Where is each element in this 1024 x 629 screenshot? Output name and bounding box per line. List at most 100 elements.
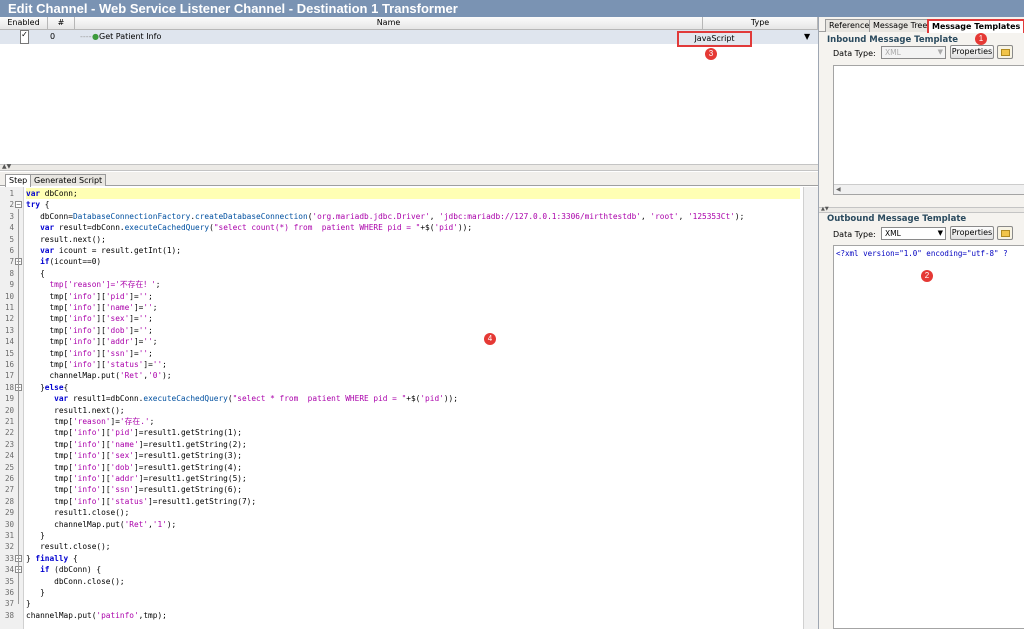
code-line[interactable]: tmp['info']['pid']=result1.getString(1); [26,427,800,438]
inbound-properties-button[interactable]: Properties [950,45,994,59]
outbound-open-file-icon[interactable] [997,226,1013,240]
scroll-left-icon[interactable]: ◀ [836,186,841,193]
line-number: 8 [9,268,14,278]
outbound-data-type-select[interactable]: XML ▼ [881,227,946,240]
code-line[interactable]: channelMap.put('Ret','0'); [26,370,800,381]
column-header-name[interactable]: Name [75,17,703,30]
code-line[interactable]: tmp['reason']='不存在！'; [26,279,800,290]
column-header-number[interactable]: # [48,17,75,30]
code-line[interactable]: tmp['info']['name']=result1.getString(2)… [26,439,800,450]
code-line[interactable]: tmp['info']['dob']=''; [26,325,800,336]
column-header-type[interactable]: Type [703,17,818,30]
code-line[interactable]: dbConn.close(); [26,576,800,587]
outbound-data-type-value: XML [885,229,901,238]
line-number: 27 [4,485,14,495]
collapse-arrows-icon[interactable]: ▲▼ [2,163,11,170]
line-number: 10 [4,291,14,301]
inbound-horizontal-scrollbar[interactable]: ◀ [834,184,1024,194]
annotation-badge-3: 3 [705,48,717,60]
code-line[interactable]: tmp['info']['pid']=''; [26,291,800,302]
tab-message-templates[interactable]: Message Templates [927,19,1024,33]
outbound-template-editor[interactable]: <?xml version="1.0" encoding="utf-8" ? [833,245,1024,629]
code-line[interactable]: result.next(); [26,234,800,245]
outbound-properties-button[interactable]: Properties [950,226,994,240]
code-line[interactable]: channelMap.put('patinfo',tmp); [26,610,800,621]
right-panel-tabs: Reference Message Trees Message Template… [819,17,1024,33]
code-line[interactable]: } [26,530,800,541]
fold-guide [18,266,19,377]
code-line[interactable]: { [26,268,800,279]
right-splitter[interactable]: ▲▼ [819,206,1024,213]
fold-toggle-icon[interactable]: − [15,201,22,209]
inbound-data-type-select[interactable]: XML ▼ [881,46,946,59]
line-number: 20 [4,405,14,415]
code-line[interactable]: result.close(); [26,541,800,552]
step-name[interactable]: Get Patient Info [99,30,161,44]
code-line[interactable]: } [26,587,800,598]
inbound-open-file-icon[interactable] [997,45,1013,59]
vertical-scrollbar[interactable] [803,187,818,629]
line-number: 16 [4,360,14,369]
code-line[interactable]: } finally { [26,553,800,564]
line-number: 19 [4,394,14,404]
code-line[interactable]: try { [26,199,800,210]
code-line[interactable]: tmp['info']['addr']=''; [26,336,800,347]
row-number: 0 [50,32,56,41]
tab-generated-script[interactable]: Generated Script [30,174,107,186]
code-line[interactable]: tmp['info']['ssn']=result1.getString(6); [26,484,800,495]
tab-reference[interactable]: Reference [825,19,874,32]
code-line[interactable]: if (dbConn) { [26,564,800,575]
line-number: 2 [9,200,14,210]
chevron-down-icon: ▼ [937,229,943,237]
code-line[interactable]: tmp['info']['sex']=result1.getString(3); [26,450,800,461]
code-line[interactable]: dbConn=DatabaseConnectionFactory.createD… [26,211,800,222]
collapse-arrows-icon[interactable]: ▲▼ [821,206,829,212]
enabled-checkbox[interactable]: ✓ [20,30,29,44]
line-number: 21 [4,417,14,426]
inbound-template-editor[interactable]: ◀ [833,65,1024,195]
code-line[interactable]: var icount = result.getInt(1); [26,245,800,256]
line-number: 13 [4,325,14,335]
line-number: 34 [4,565,14,575]
line-number: 1 [9,189,14,198]
splitter[interactable]: ▲▼ [0,163,818,171]
line-number: 38 [4,610,14,620]
code-line[interactable]: var result=dbConn.executeCachedQuery("se… [26,222,800,233]
code-line[interactable]: tmp['reason']='存在.'; [26,416,800,427]
tab-message-trees[interactable]: Message Trees [869,19,936,32]
line-number: 25 [4,462,14,472]
fold-guide [18,391,19,536]
code-line[interactable]: tmp['info']['name']=''; [26,302,800,313]
code-editor[interactable]: 12−34567−89101112131415161718−1920212223… [0,187,818,629]
code-line[interactable]: tmp['info']['addr']=result1.getString(5)… [26,473,800,484]
code-line[interactable]: tmp['info']['ssn']=''; [26,348,800,359]
line-number: 15 [4,348,14,358]
tab-step[interactable]: Step [5,174,32,187]
line-number: 29 [4,508,14,518]
code-line[interactable]: var result1=dbConn.executeCachedQuery("s… [26,393,800,404]
code-line[interactable]: } [26,598,800,609]
code-line[interactable]: result1.next(); [26,405,800,416]
outbound-data-type-label: Data Type: [833,230,876,239]
code-area[interactable]: var dbConn; try { dbConn=DatabaseConnecti… [26,187,800,629]
line-number: 30 [4,519,14,529]
line-number: 37 [4,599,14,609]
inbound-template-title: Inbound Message Template [827,35,959,45]
outbound-template-content: <?xml version="1.0" encoding="utf-8" ? [836,249,1008,258]
type-cell[interactable]: JavaScript [677,31,752,47]
code-line[interactable]: if(icount==0) [26,256,800,267]
outbound-template-title: Outbound Message Template [827,214,967,224]
type-dropdown-arrow-icon[interactable]: ▼ [804,30,810,44]
line-number: 35 [4,576,14,586]
code-line[interactable]: channelMap.put('Ret','1'); [26,519,800,530]
column-header-enabled[interactable]: Enabled [0,17,48,30]
code-line[interactable]: tmp['info']['sex']=''; [26,313,800,324]
line-number: 23 [4,439,14,449]
line-number: 5 [9,234,14,244]
code-line[interactable]: tmp['info']['dob']=result1.getString(4); [26,462,800,473]
code-line[interactable]: result1.close(); [26,507,800,518]
code-line[interactable]: }else{ [26,382,800,393]
code-line[interactable]: var dbConn; [26,188,800,200]
code-line[interactable]: tmp['info']['status']=result1.getString(… [26,496,800,507]
code-line[interactable]: tmp['info']['status']=''; [26,359,800,370]
